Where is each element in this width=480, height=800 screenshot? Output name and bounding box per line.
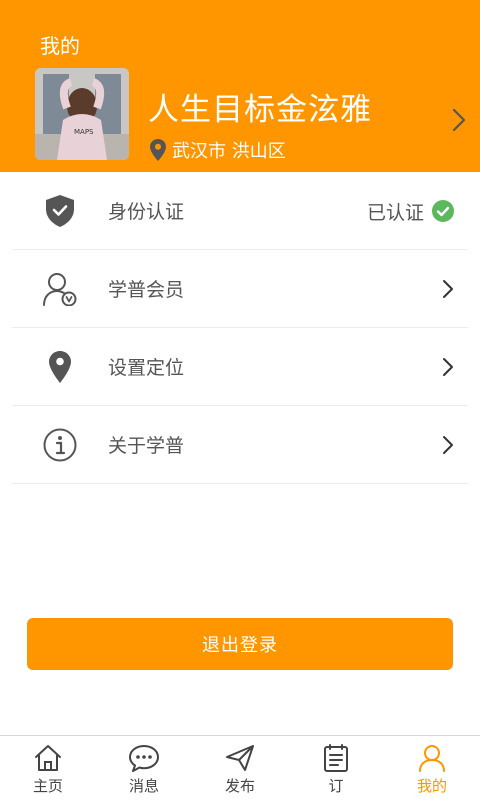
profile-detail-button[interactable] [452, 108, 466, 136]
page-title: 我的 [40, 34, 80, 58]
tab-publish[interactable]: 发布 [192, 736, 288, 800]
chevron-right-icon [443, 436, 453, 454]
menu-item-label: 设置定位 [108, 357, 185, 379]
bottom-tab-bar: 主页 消息 发布 订 我的 [0, 735, 480, 800]
tab-mine[interactable]: 我的 [384, 736, 480, 800]
profile-location: 武汉市 洪山区 [150, 137, 286, 163]
tab-messages[interactable]: 消息 [96, 736, 192, 800]
location-text: 武汉市 洪山区 [172, 141, 286, 162]
home-icon [35, 745, 61, 771]
menu-item-about[interactable]: 关于学普 [12, 406, 468, 484]
tab-orders[interactable]: 订 [288, 736, 384, 800]
location-pin-icon [12, 350, 108, 383]
tab-label: 订 [328, 777, 344, 795]
menu-item-membership[interactable]: 学普会员 [12, 250, 468, 328]
avatar-shirt-text: MAPS [74, 128, 94, 136]
menu-item-label: 学普会员 [108, 279, 185, 301]
chevron-right-icon [452, 108, 466, 132]
location-pin-icon [150, 139, 166, 161]
menu-item-label: 关于学普 [108, 435, 185, 457]
profile-name: 人生目标金泫雅 [148, 92, 372, 128]
shield-check-icon [12, 194, 108, 227]
menu-item-location-setting[interactable]: 设置定位 [12, 328, 468, 406]
verified-status-text: 已认证 [366, 201, 424, 224]
tab-label: 主页 [32, 777, 63, 795]
member-icon [12, 272, 108, 306]
tab-label: 消息 [128, 777, 159, 795]
tab-home[interactable]: 主页 [0, 736, 96, 800]
menu-item-identity[interactable]: 身份认证 已认证 [12, 172, 468, 250]
tab-label: 我的 [416, 777, 447, 795]
menu-item-label: 身份认证 [108, 201, 185, 223]
tab-label: 发布 [224, 777, 255, 795]
chevron-right-icon [443, 358, 453, 376]
settings-menu: 身份认证 已认证 学普会员 设置定位 关于学普 [12, 172, 468, 484]
clipboard-icon [324, 744, 348, 772]
message-icon [129, 745, 159, 772]
info-icon [12, 428, 108, 462]
verified-status: 已认证 [367, 172, 454, 250]
avatar-photo: MAPS [35, 68, 129, 160]
check-circle-icon [432, 200, 454, 222]
chevron-right-icon [443, 280, 453, 298]
send-icon [226, 745, 254, 771]
avatar[interactable]: MAPS [35, 68, 129, 160]
user-icon [419, 745, 445, 772]
logout-button[interactable]: 退出登录 [27, 618, 453, 670]
profile-header: 我的 MAPS 人生目标金泫雅 武汉市 洪山区 [0, 0, 480, 172]
